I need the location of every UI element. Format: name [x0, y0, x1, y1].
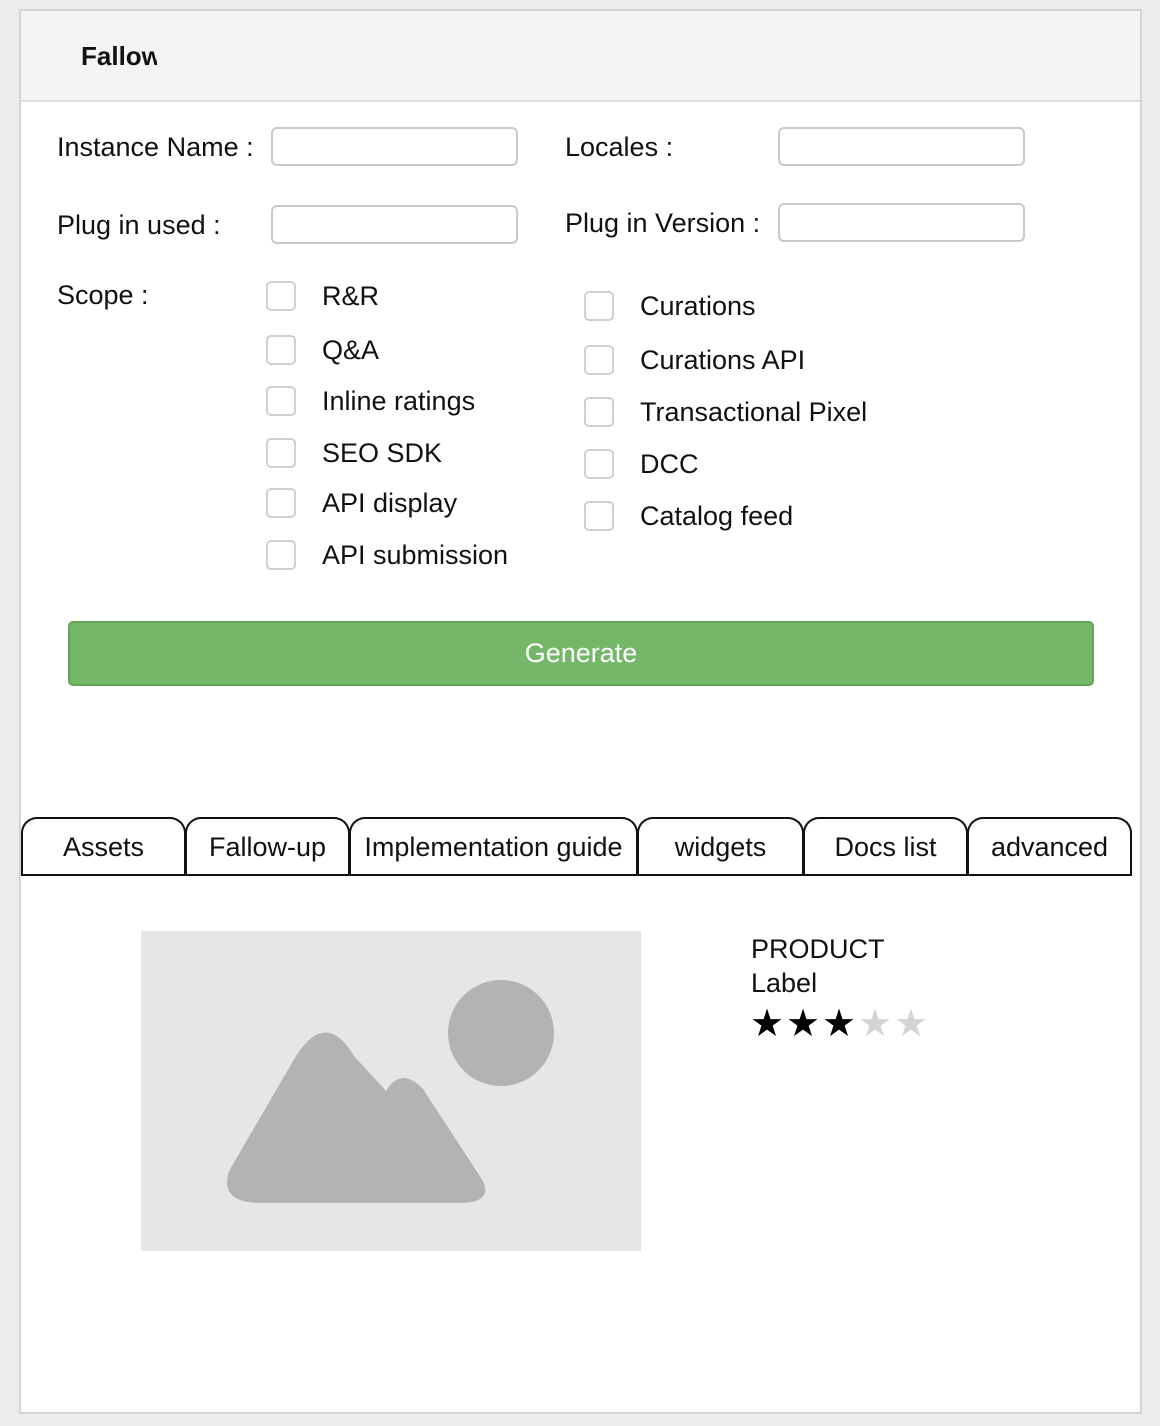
checkbox-label: API submission: [322, 540, 509, 570]
instance-name-label: Instance Name :: [57, 132, 254, 162]
checkbox-label: Q&A: [322, 335, 380, 365]
scope-option-api-submission[interactable]: API submission: [266, 538, 508, 572]
scope-option-api-display[interactable]: API display: [266, 486, 457, 520]
plugin-used-label: Plug in used :: [57, 210, 221, 240]
checkbox-label: Curations API: [640, 345, 806, 375]
star-filled-icon: ★: [785, 1003, 821, 1045]
scope-option-inline-ratings[interactable]: Inline ratings: [266, 384, 475, 418]
checkbox-label: Curations: [640, 291, 756, 321]
star-empty-icon: ★: [857, 1003, 893, 1045]
scope-option-transactional-pixel[interactable]: Transactional Pixel: [584, 395, 867, 429]
checkbox-label: DCC: [640, 449, 699, 479]
plugin-used-input[interactable]: [271, 205, 518, 244]
main-panel: Fallow Instance Name : Locales : Plug in…: [19, 9, 1142, 1414]
plugin-version-input[interactable]: [778, 203, 1025, 242]
tab-bar-divider: [21, 874, 1132, 876]
checkbox-rr[interactable]: [266, 281, 296, 311]
checkbox-label: R&R: [322, 281, 380, 311]
checkbox-label: Transactional Pixel: [640, 397, 868, 427]
scope-label: Scope :: [57, 280, 149, 310]
checkbox-curations-api[interactable]: [584, 345, 614, 375]
tab-advanced[interactable]: advanced: [967, 817, 1132, 876]
scope-option-curations-api[interactable]: Curations API: [584, 343, 805, 377]
star-empty-icon: ★: [893, 1003, 929, 1045]
panel-title: Fallow: [81, 41, 157, 71]
scope-option-seo-sdk[interactable]: SEO SDK: [266, 436, 442, 470]
scope-option-catalog-feed[interactable]: Catalog feed: [584, 499, 793, 533]
scope-option-curations[interactable]: Curations: [584, 289, 756, 323]
scope-option-qa[interactable]: Q&A: [266, 333, 379, 367]
scope-option-rr[interactable]: R&R: [266, 279, 379, 313]
scope-option-dcc[interactable]: DCC: [584, 447, 699, 481]
locales-input[interactable]: [778, 127, 1025, 166]
checkbox-transactional-pixel[interactable]: [584, 397, 614, 427]
checkbox-seo-sdk[interactable]: [266, 438, 296, 468]
tab-widgets[interactable]: widgets: [637, 817, 804, 876]
tab-docs-list[interactable]: Docs list: [803, 817, 968, 876]
tab-assets[interactable]: Assets: [21, 817, 186, 876]
star-filled-icon: ★: [749, 1003, 785, 1045]
image-placeholder-icon: [227, 980, 554, 1203]
checkbox-api-display[interactable]: [266, 488, 296, 518]
star-rating: ★ ★ ★ ★ ★: [749, 1004, 929, 1044]
checkbox-curations[interactable]: [584, 291, 614, 321]
locales-label: Locales :: [565, 132, 674, 162]
plugin-version-label: Plug in Version :: [565, 208, 761, 238]
tab-implementation-guide[interactable]: Implementation guide: [349, 817, 638, 876]
tab-bar: Assets Fallow-up Implementation guide wi…: [21, 817, 1132, 876]
tab-fallow-up[interactable]: Fallow-up: [185, 817, 350, 876]
checkbox-inline-ratings[interactable]: [266, 386, 296, 416]
checkbox-catalog-feed[interactable]: [584, 501, 614, 531]
checkbox-label: Inline ratings: [322, 386, 476, 416]
instance-name-input[interactable]: [271, 127, 518, 166]
checkbox-api-submission[interactable]: [266, 540, 296, 570]
panel-header: Fallow: [21, 11, 1140, 102]
star-filled-icon: ★: [821, 1003, 857, 1045]
product-label: Label: [751, 968, 818, 998]
product-title: PRODUCT: [751, 934, 885, 964]
checkbox-qa[interactable]: [266, 335, 296, 365]
generate-button[interactable]: Generate: [68, 621, 1094, 686]
checkbox-label: SEO SDK: [322, 438, 443, 468]
product-image: [141, 931, 641, 1251]
checkbox-label: Catalog feed: [640, 501, 794, 531]
checkbox-dcc[interactable]: [584, 449, 614, 479]
checkbox-label: API display: [322, 488, 458, 518]
